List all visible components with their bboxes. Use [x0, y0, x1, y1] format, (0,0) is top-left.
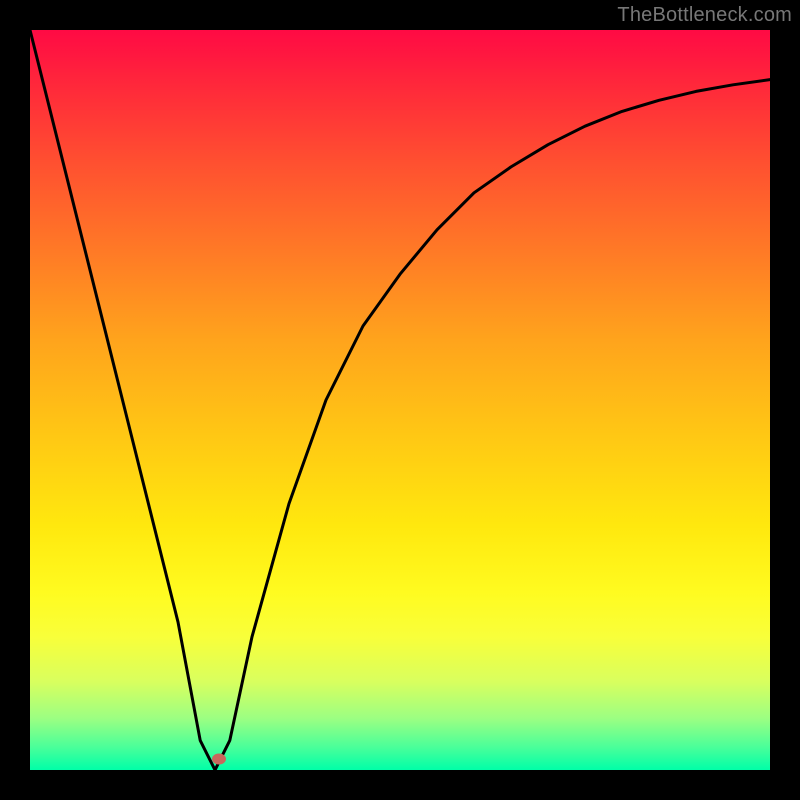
minimum-marker [212, 753, 226, 764]
bottleneck-curve [30, 30, 770, 770]
curve-svg [30, 30, 770, 770]
watermark-text: TheBottleneck.com [617, 4, 792, 27]
chart-frame: TheBottleneck.com [0, 0, 800, 800]
plot-area [30, 30, 770, 770]
